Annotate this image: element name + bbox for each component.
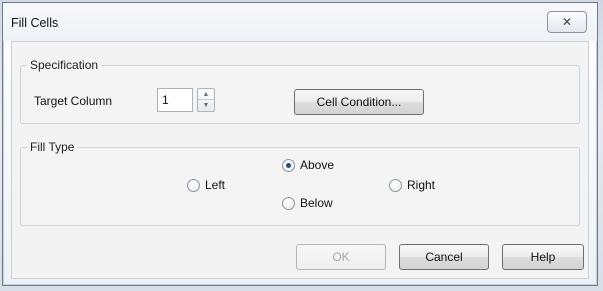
specification-legend: Specification — [30, 58, 99, 72]
fill-type-group: Fill Type — [20, 140, 580, 226]
target-column-stepper: ▲ ▼ — [157, 88, 221, 112]
radio-left[interactable]: Left — [187, 178, 225, 192]
close-button[interactable]: ✕ — [547, 11, 587, 33]
radio-left-indicator[interactable] — [187, 178, 200, 192]
radio-right[interactable]: Right — [389, 178, 435, 192]
chevron-down-icon: ▼ — [202, 102, 210, 109]
spin-down-button[interactable]: ▼ — [198, 100, 214, 111]
radio-above-label: Above — [300, 158, 335, 172]
help-button[interactable]: Help — [502, 244, 584, 270]
cancel-button[interactable]: Cancel — [399, 244, 489, 270]
cell-condition-button[interactable]: Cell Condition... — [294, 89, 424, 115]
chevron-up-icon: ▲ — [202, 90, 210, 98]
spin-buttons: ▲ ▼ — [197, 88, 215, 112]
spin-up-button[interactable]: ▲ — [198, 89, 214, 100]
dialog-title: Fill Cells — [11, 16, 59, 30]
fill-cells-dialog: Fill Cells ✕ Specification Target Column… — [2, 2, 598, 286]
radio-left-label: Left — [205, 178, 226, 192]
radio-above[interactable]: Above — [282, 158, 334, 172]
radio-right-label: Right — [407, 178, 436, 192]
ok-button[interactable]: OK — [296, 244, 386, 270]
close-icon: ✕ — [561, 15, 573, 29]
title-bar[interactable]: Fill Cells ✕ — [3, 3, 597, 41]
target-column-label: Target Column — [34, 94, 113, 108]
radio-below[interactable]: Below — [282, 196, 333, 210]
fill-type-legend: Fill Type — [30, 140, 75, 154]
radio-below-label: Below — [300, 196, 333, 210]
dialog-body: Specification Target Column ▲ ▼ Cell Con… — [11, 41, 589, 279]
radio-right-indicator[interactable] — [389, 178, 402, 192]
radio-below-indicator[interactable] — [282, 196, 295, 210]
target-column-input[interactable] — [157, 88, 193, 112]
radio-above-indicator[interactable] — [282, 158, 295, 172]
